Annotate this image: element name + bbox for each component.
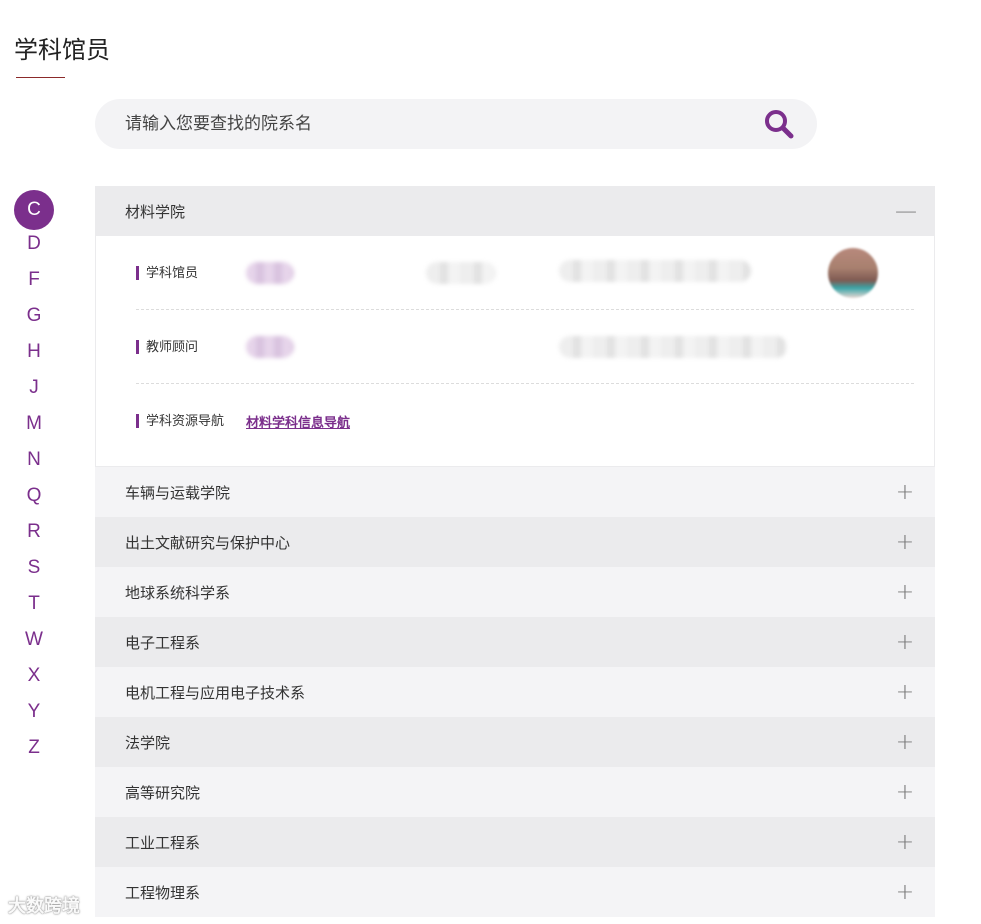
alphabet-letter-d[interactable]: D bbox=[14, 226, 54, 262]
department-name: 电子工程系 bbox=[125, 634, 201, 652]
alphabet-letter-f[interactable]: F bbox=[14, 262, 54, 298]
department-list: 车辆与运载学院 + 出土文献研究与保护中心 + 地球系统科学系 + 电子工程系 + 电机工程与应… bbox=[95, 467, 935, 917]
resource-label: 学科资源导航 bbox=[136, 414, 246, 428]
department-detail-panel: 学科馆员 教师顾问 学科资源导航 材料学科信息导航 bbox=[95, 236, 935, 467]
alphabet-letter-x[interactable]: X bbox=[14, 658, 54, 694]
department-name: 工程物理系 bbox=[125, 884, 201, 902]
advisor-email-redacted bbox=[559, 336, 787, 358]
search-bar bbox=[95, 99, 817, 149]
advisor-row: 教师顾问 bbox=[136, 310, 914, 384]
department-name: 材料学院 bbox=[125, 203, 186, 221]
expand-icon[interactable]: + bbox=[895, 580, 915, 605]
department-name: 法学院 bbox=[125, 734, 171, 752]
librarian-row: 学科馆员 bbox=[136, 236, 914, 310]
alphabet-letter-j[interactable]: J bbox=[14, 370, 54, 406]
department-name: 高等研究院 bbox=[125, 784, 201, 802]
department-header[interactable]: 车辆与运载学院 + bbox=[95, 467, 935, 517]
alphabet-letter-t[interactable]: T bbox=[14, 586, 54, 622]
department-header[interactable]: 电机工程与应用电子技术系 + bbox=[95, 667, 935, 717]
alphabet-nav: CDFGHJMNQRSTWXYZ bbox=[14, 190, 56, 766]
alphabet-letter-n[interactable]: N bbox=[14, 442, 54, 478]
expand-icon[interactable]: + bbox=[895, 780, 915, 805]
alphabet-letter-c[interactable]: C bbox=[14, 190, 54, 230]
expand-icon[interactable]: + bbox=[895, 730, 915, 755]
department-name: 车辆与运载学院 bbox=[125, 484, 231, 502]
librarian-name-redacted bbox=[246, 262, 294, 284]
collapse-icon[interactable]: — bbox=[895, 199, 917, 224]
page-title: 学科馆员 bbox=[14, 37, 110, 64]
department-header[interactable]: 电子工程系 + bbox=[95, 617, 935, 667]
resource-link[interactable]: 材料学科信息导航 bbox=[246, 412, 350, 431]
alphabet-letter-r[interactable]: R bbox=[14, 514, 54, 550]
alphabet-letter-s[interactable]: S bbox=[14, 550, 54, 586]
librarian-label: 学科馆员 bbox=[136, 265, 246, 280]
department-name: 地球系统科学系 bbox=[125, 584, 231, 602]
alphabet-letter-q[interactable]: Q bbox=[14, 478, 54, 514]
department-accordion: 材料学院 — 学科馆员 教师顾问 学科资源导航 材料学科信息导航 车辆与运载学院… bbox=[95, 186, 935, 917]
expand-icon[interactable]: + bbox=[895, 480, 915, 505]
department-header[interactable]: 地球系统科学系 + bbox=[95, 567, 935, 617]
department-name: 出土文献研究与保护中心 bbox=[125, 534, 291, 552]
department-header[interactable]: 工程物理系 + bbox=[95, 867, 935, 917]
department-name: 电机工程与应用电子技术系 bbox=[125, 684, 306, 702]
alphabet-letter-g[interactable]: G bbox=[14, 298, 54, 334]
expand-icon[interactable]: + bbox=[895, 530, 915, 555]
search-input[interactable] bbox=[125, 99, 725, 149]
librarian-email-redacted bbox=[559, 260, 751, 282]
librarian-phone-redacted bbox=[426, 262, 496, 284]
expand-icon[interactable]: + bbox=[895, 880, 915, 905]
department-header[interactable]: 出土文献研究与保护中心 + bbox=[95, 517, 935, 567]
department-name: 工业工程系 bbox=[125, 834, 201, 852]
avatar bbox=[828, 248, 878, 298]
search-icon[interactable] bbox=[763, 108, 795, 140]
alphabet-letter-h[interactable]: H bbox=[14, 334, 54, 370]
alphabet-letter-m[interactable]: M bbox=[14, 406, 54, 442]
department-header[interactable]: 高等研究院 + bbox=[95, 767, 935, 817]
department-header-expanded[interactable]: 材料学院 — bbox=[95, 186, 935, 236]
advisor-label: 教师顾问 bbox=[136, 339, 246, 354]
department-header[interactable]: 法学院 + bbox=[95, 717, 935, 767]
department-header[interactable]: 工业工程系 + bbox=[95, 817, 935, 867]
watermark: 大数跨境 bbox=[8, 896, 80, 916]
alphabet-letter-y[interactable]: Y bbox=[14, 694, 54, 730]
resource-row: 学科资源导航 材料学科信息导航 bbox=[136, 384, 914, 458]
alphabet-letter-z[interactable]: Z bbox=[14, 730, 54, 766]
expand-icon[interactable]: + bbox=[895, 680, 915, 705]
expand-icon[interactable]: + bbox=[895, 630, 915, 655]
alphabet-letter-w[interactable]: W bbox=[14, 622, 54, 658]
expand-icon[interactable]: + bbox=[895, 830, 915, 855]
advisor-name-redacted bbox=[246, 336, 294, 358]
title-underline bbox=[16, 77, 65, 78]
